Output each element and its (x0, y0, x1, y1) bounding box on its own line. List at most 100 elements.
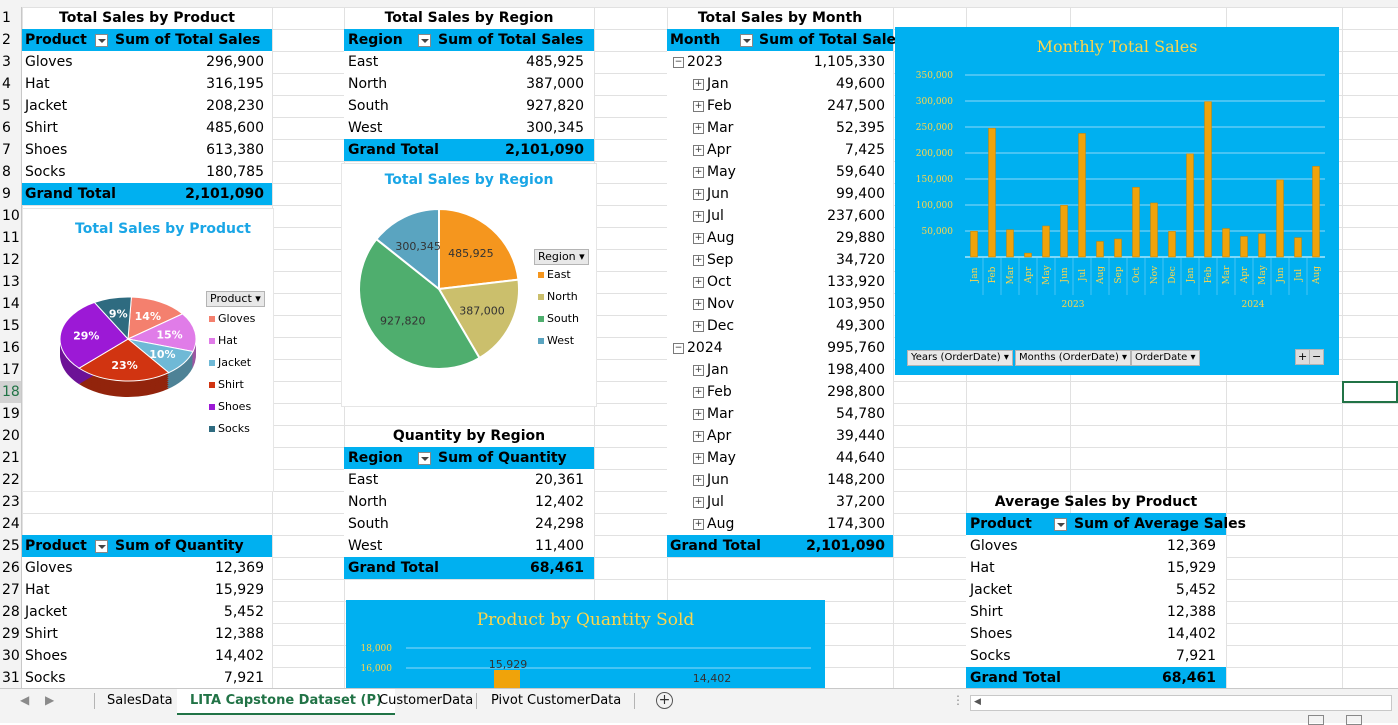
row-header[interactable]: 2 (0, 29, 22, 51)
tab-salesdata[interactable]: SalesData (94, 689, 186, 713)
row-header[interactable]: 15 (0, 315, 22, 337)
row-header[interactable]: 31 (0, 667, 22, 688)
table-row[interactable]: Gloves 12,369 (966, 535, 1226, 557)
row-header[interactable]: 3 (0, 51, 22, 73)
table-row[interactable]: Jacket 5,452 (966, 579, 1226, 601)
table-row[interactable]: Shirt 12,388 (966, 601, 1226, 623)
bar[interactable] (1078, 133, 1086, 258)
expand-icon[interactable]: + (693, 452, 704, 464)
collapse-icon[interactable]: − (673, 56, 684, 68)
table-row[interactable]: Shoes 14,402 (22, 645, 272, 667)
bar[interactable] (494, 670, 520, 688)
expand-icon[interactable]: + (693, 276, 704, 288)
table-row[interactable]: North 387,000 (344, 73, 594, 95)
table-row[interactable]: + Mar 54,780 (667, 403, 893, 425)
expand-icon[interactable]: + (693, 122, 704, 134)
row-header[interactable]: 17 (0, 359, 22, 381)
field-filter-button[interactable]: Years (OrderDate) ▾ (907, 350, 1013, 366)
bar[interactable] (1168, 231, 1176, 258)
table-row[interactable]: Shirt 12,388 (22, 623, 272, 645)
selected-cell[interactable] (1342, 381, 1398, 403)
monthly-sales-chart[interactable]: Monthly Total Sales 50,000 100,000 150,000… (895, 27, 1339, 375)
expand-icon[interactable]: + (693, 474, 704, 486)
table-row[interactable]: South 24,298 (344, 513, 594, 535)
more-options-icon[interactable]: ⋮ (952, 693, 964, 707)
bar[interactable] (1096, 241, 1104, 258)
tab-customerdata[interactable]: CustomerData (366, 689, 486, 713)
bar[interactable] (1222, 228, 1230, 258)
product-filter-dropdown[interactable] (95, 33, 108, 47)
row-header[interactable]: 29 (0, 623, 22, 645)
table-row[interactable]: Socks 7,921 (966, 645, 1226, 667)
bar[interactable] (1006, 229, 1014, 258)
table-row[interactable]: Gloves 12,369 (22, 557, 272, 579)
row-header[interactable]: 26 (0, 557, 22, 579)
bar[interactable] (1024, 252, 1032, 258)
expand-icon[interactable]: + (693, 232, 704, 244)
row-header[interactable]: 11 (0, 227, 22, 249)
table-row[interactable]: + Aug 29,880 (667, 227, 893, 249)
scroll-right-icon[interactable]: ▶ (45, 693, 54, 707)
table-row[interactable]: + Sep 34,720 (667, 249, 893, 271)
table-row[interactable]: + Jan 49,600 (667, 73, 893, 95)
monthly-chart-plot[interactable]: 50,000 100,000 150,000 200,000 250,000 300,00… (895, 27, 1339, 375)
table-row[interactable]: Gloves 296,900 (22, 51, 272, 73)
row-header[interactable]: 13 (0, 271, 22, 293)
table-row[interactable]: Socks 180,785 (22, 161, 272, 183)
expand-icon[interactable]: + (693, 518, 704, 530)
region-pie-chart[interactable]: Total Sales by Region 485,925 387,000 927,… (341, 163, 597, 407)
bar[interactable] (1240, 236, 1248, 258)
product-pie-chart[interactable]: Total Sales by Product 14% 15% 10% 23% 29% 9%… (22, 208, 274, 492)
bar[interactable] (1060, 205, 1068, 258)
month-filter-dropdown[interactable] (740, 33, 753, 47)
bar[interactable] (1150, 202, 1158, 258)
row-header[interactable]: 7 (0, 139, 22, 161)
field-filter-button[interactable]: OrderDate ▾ (1131, 350, 1200, 366)
expand-icon[interactable]: + (693, 408, 704, 420)
table-row[interactable]: + Nov 103,950 (667, 293, 893, 315)
row-header[interactable]: 27 (0, 579, 22, 601)
row-header[interactable]: 21 (0, 447, 22, 469)
row-header[interactable]: 4 (0, 73, 22, 95)
row-header[interactable]: 12 (0, 249, 22, 271)
table-row[interactable]: + Jul 237,600 (667, 205, 893, 227)
table-row[interactable]: + Mar 52,395 (667, 117, 893, 139)
expand-icon[interactable]: + (693, 298, 704, 310)
row-header[interactable]: 8 (0, 161, 22, 183)
product-pie-plot[interactable]: 14% 15% 10% 23% 29% 9% (43, 289, 213, 419)
expand-icon[interactable]: + (693, 386, 704, 398)
table-row[interactable]: + Aug 174,300 (667, 513, 893, 535)
table-row[interactable]: + Apr 7,425 (667, 139, 893, 161)
table-row[interactable]: + Oct 133,920 (667, 271, 893, 293)
bar[interactable] (1204, 101, 1212, 258)
table-row[interactable]: Jacket 5,452 (22, 601, 272, 623)
expand-icon[interactable]: + (693, 210, 704, 222)
table-row[interactable]: + May 44,640 (667, 447, 893, 469)
row-header[interactable]: 1 (0, 7, 22, 29)
field-filter-button[interactable]: Months (OrderDate) ▾ (1015, 350, 1132, 366)
row-header[interactable]: 23 (0, 491, 22, 513)
table-row[interactable]: + Apr 39,440 (667, 425, 893, 447)
expand-icon[interactable]: + (693, 496, 704, 508)
table-row[interactable]: Shoes 613,380 (22, 139, 272, 161)
bar[interactable] (970, 230, 978, 258)
scroll-left-icon[interactable]: ◀ (20, 693, 29, 707)
table-row[interactable]: + Jun 99,400 (667, 183, 893, 205)
row-header[interactable]: 19 (0, 403, 22, 425)
row-header[interactable]: 18 (0, 381, 22, 403)
quantity-region-filter-dropdown[interactable] (418, 451, 431, 465)
expand-icon[interactable]: + (693, 364, 704, 376)
expand-icon[interactable]: + (693, 188, 704, 200)
normal-view-icon[interactable] (1308, 715, 1324, 725)
table-row[interactable]: West 11,400 (344, 535, 594, 557)
region-filter-dropdown[interactable] (418, 33, 431, 47)
collapse-field-button[interactable]: − (1309, 349, 1325, 365)
table-row[interactable]: Hat 316,195 (22, 73, 272, 95)
quantity-sold-chart[interactable]: Product by Quantity Sold 16,000 18,000 15,… (346, 600, 825, 688)
row-header[interactable]: 5 (0, 95, 22, 117)
expand-icon[interactable]: + (693, 144, 704, 156)
row-header[interactable]: 14 (0, 293, 22, 315)
table-row[interactable]: + Feb 247,500 (667, 95, 893, 117)
table-row[interactable]: East 485,925 (344, 51, 594, 73)
table-row[interactable]: + Dec 49,300 (667, 315, 893, 337)
